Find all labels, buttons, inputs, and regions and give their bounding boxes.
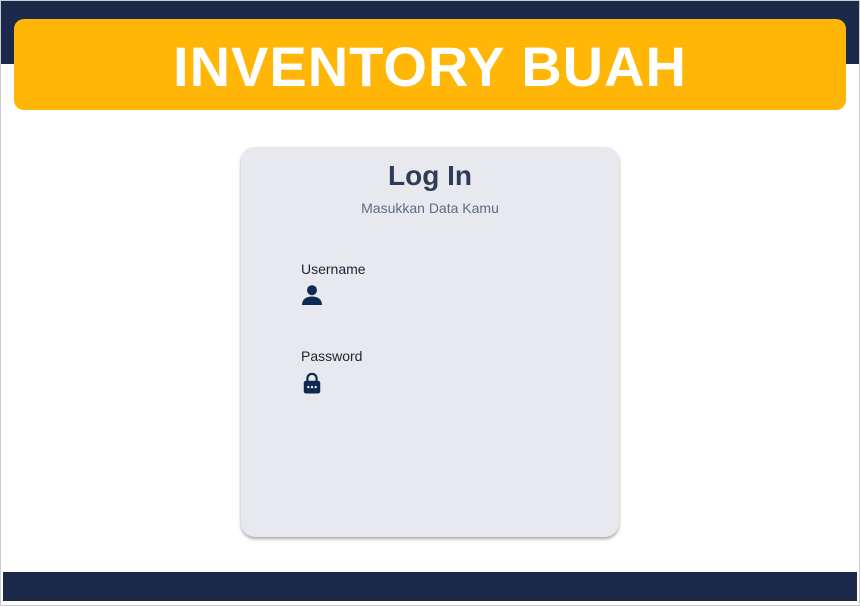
username-input[interactable] (297, 281, 567, 309)
username-label: Username (301, 261, 366, 277)
password-input[interactable] (297, 369, 567, 397)
password-label: Password (301, 348, 363, 364)
login-title: Log In (388, 160, 472, 191)
bottom-bar (3, 572, 857, 601)
login-subtitle: Masukkan Data Kamu (361, 200, 499, 216)
login-card: Log In Masukkan Data Kamu Username Passw… (241, 147, 619, 537)
app-title: INVENTORY BUAH (173, 34, 687, 98)
header-banner: INVENTORY BUAH (14, 19, 846, 110)
